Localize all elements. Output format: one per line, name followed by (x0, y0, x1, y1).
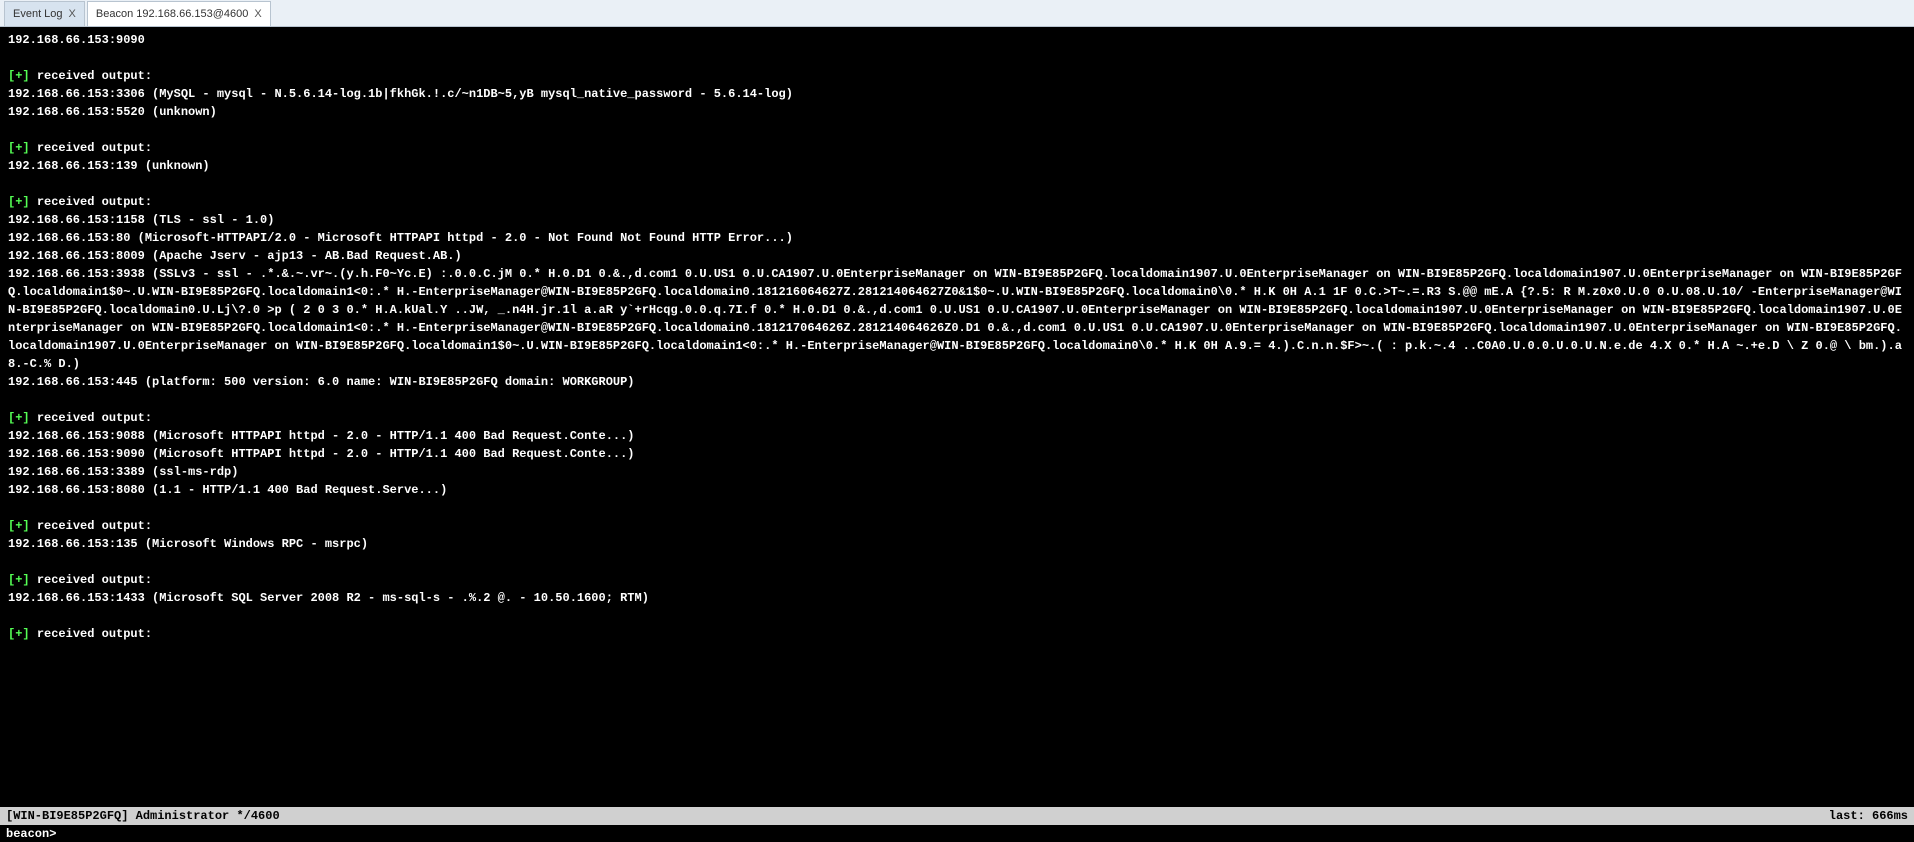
beacon-console-output[interactable]: 192.168.66.153:9090 [+] received output:… (0, 27, 1914, 807)
recv-text: received output: (37, 411, 152, 425)
status-bar: [WIN-BI9E85P2GFQ] Administrator */4600 l… (0, 807, 1914, 825)
recv-text: received output: (37, 141, 152, 155)
close-icon[interactable]: X (69, 8, 76, 20)
beacon-input-bar: beacon> (0, 825, 1914, 842)
console-line (8, 391, 1906, 409)
recv-text: received output: (37, 519, 152, 533)
console-line (8, 607, 1906, 625)
close-icon[interactable]: X (254, 8, 261, 20)
beacon-input[interactable] (56, 825, 1908, 842)
console-line: 192.168.66.153:139 (unknown) (8, 157, 1906, 175)
console-line: 192.168.66.153:9090 (Microsoft HTTPAPI h… (8, 445, 1906, 463)
console-line: [+] received output: (8, 67, 1906, 85)
console-line: [+] received output: (8, 571, 1906, 589)
status-right: last: 666ms (1829, 807, 1908, 825)
tab-strip: Event Log X Beacon 192.168.66.153@4600 X (0, 0, 1914, 27)
console-line: 192.168.66.153:9090 (8, 31, 1906, 49)
recv-text: received output: (37, 627, 152, 641)
console-line: 192.168.66.153:8009 (Apache Jserv - ajp1… (8, 247, 1906, 265)
console-line: [+] received output: (8, 139, 1906, 157)
console-line: 192.168.66.153:445 (platform: 500 versio… (8, 373, 1906, 391)
tab-beacon[interactable]: Beacon 192.168.66.153@4600 X (87, 1, 271, 26)
console-line: 192.168.66.153:1158 (TLS - ssl - 1.0) (8, 211, 1906, 229)
beacon-prompt: beacon> (6, 825, 56, 842)
console-line: 192.168.66.153:8080 (1.1 - HTTP/1.1 400 … (8, 481, 1906, 499)
console-line (8, 499, 1906, 517)
console-line (8, 175, 1906, 193)
plus-icon: [+] (8, 141, 37, 155)
console-line: [+] received output: (8, 193, 1906, 211)
console-line: 192.168.66.153:135 (Microsoft Windows RP… (8, 535, 1906, 553)
plus-icon: [+] (8, 519, 37, 533)
recv-text: received output: (37, 573, 152, 587)
console-line: 192.168.66.153:5520 (unknown) (8, 103, 1906, 121)
recv-text: received output: (37, 69, 152, 83)
plus-icon: [+] (8, 411, 37, 425)
console-line: 192.168.66.153:3938 (SSLv3 - ssl - .*.&.… (8, 265, 1906, 373)
console-line: 192.168.66.153:80 (Microsoft-HTTPAPI/2.0… (8, 229, 1906, 247)
console-line: 192.168.66.153:3389 (ssl-ms-rdp) (8, 463, 1906, 481)
tab-label: Event Log (13, 8, 63, 20)
console-line: [+] received output: (8, 517, 1906, 535)
console-line: 192.168.66.153:9088 (Microsoft HTTPAPI h… (8, 427, 1906, 445)
console-line: [+] received output: (8, 409, 1906, 427)
status-left: [WIN-BI9E85P2GFQ] Administrator */4600 (6, 807, 280, 825)
plus-icon: [+] (8, 195, 37, 209)
console-line (8, 553, 1906, 571)
tab-label: Beacon 192.168.66.153@4600 (96, 8, 248, 20)
plus-icon: [+] (8, 69, 37, 83)
console-line: [+] received output: (8, 625, 1906, 643)
plus-icon: [+] (8, 627, 37, 641)
tab-event-log[interactable]: Event Log X (4, 1, 85, 26)
console-line: 192.168.66.153:1433 (Microsoft SQL Serve… (8, 589, 1906, 607)
console-line (8, 49, 1906, 67)
recv-text: received output: (37, 195, 152, 209)
plus-icon: [+] (8, 573, 37, 587)
console-line (8, 121, 1906, 139)
console-line: 192.168.66.153:3306 (MySQL - mysql - N.5… (8, 85, 1906, 103)
